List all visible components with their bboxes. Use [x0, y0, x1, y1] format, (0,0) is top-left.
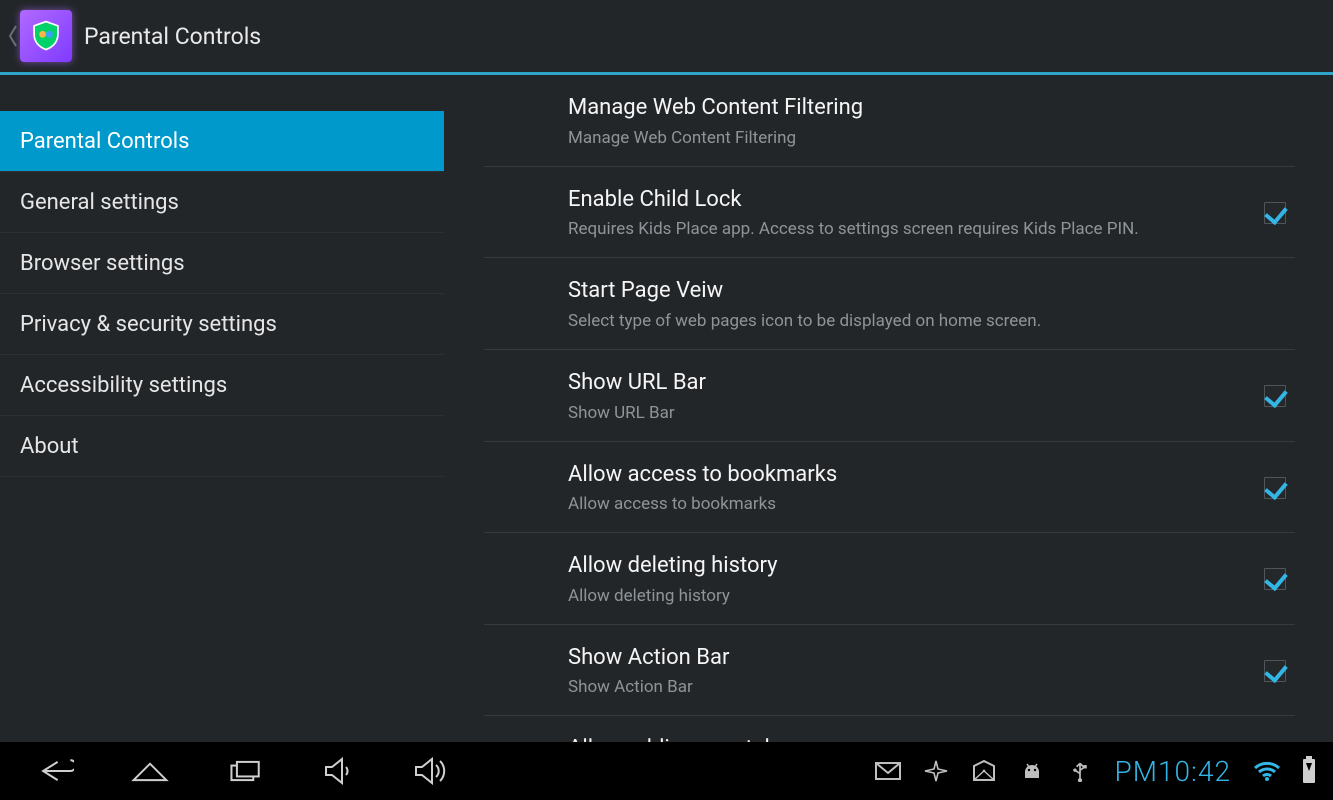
status-android-icon[interactable]: [1019, 760, 1045, 782]
status-usb-icon[interactable]: [1067, 760, 1093, 782]
setting-row-manage-web-content-filtering[interactable]: Manage Web Content Filtering Manage Web C…: [484, 75, 1295, 167]
setting-text: Enable Child Lock Requires Kids Place app…: [484, 185, 1255, 242]
volume-down-icon[interactable]: [322, 757, 356, 785]
app-icon-shield[interactable]: [20, 10, 72, 62]
setting-checkbox-wrap: [1255, 202, 1295, 224]
nav-recents-icon[interactable]: [226, 757, 266, 785]
setting-checkbox-wrap: [1255, 385, 1295, 407]
sidebar-item-accessibility-settings[interactable]: Accessibility settings: [0, 355, 444, 416]
sidebar: Parental Controls General settings Browser…: [0, 75, 444, 742]
setting-row-allow-adding-new-tab[interactable]: Allow adding new tabAllow adding new tab: [484, 716, 1295, 742]
setting-text: Show Action Bar Show Action Bar: [484, 643, 1255, 700]
setting-subtitle: Show Action Bar: [568, 676, 1255, 699]
checkbox[interactable]: [1264, 202, 1286, 224]
system-nav-bar: PM10:42: [0, 742, 1333, 800]
setting-title: Manage Web Content Filtering: [568, 93, 1295, 123]
setting-subtitle: Manage Web Content Filtering: [568, 127, 1295, 150]
setting-text: Allow adding new tabAllow adding new tab: [484, 734, 1255, 742]
setting-title: Allow access to bookmarks: [568, 460, 1255, 490]
setting-subtitle: Allow access to bookmarks: [568, 493, 1255, 516]
setting-row-start-page-veiw[interactable]: Start Page Veiw Select type of web pages …: [484, 258, 1295, 350]
setting-text: Allow access to bookmarks Allow access to…: [484, 460, 1255, 517]
setting-title: Enable Child Lock: [568, 185, 1255, 215]
app-root: Parental Controls Parental Controls Gener…: [0, 0, 1333, 800]
setting-subtitle: Allow deleting history: [568, 585, 1255, 608]
setting-title: Start Page Veiw: [568, 276, 1295, 306]
status-playstore-icon[interactable]: [971, 760, 997, 782]
setting-row-show-url-bar[interactable]: Show URL Bar Show URL Bar: [484, 350, 1295, 442]
setting-title: Allow adding new tab: [568, 734, 1255, 742]
setting-row-allow-access-to-bookmarks[interactable]: Allow access to bookmarks Allow access to…: [484, 442, 1295, 534]
setting-checkbox-wrap: [1255, 568, 1295, 590]
setting-subtitle: Select type of web pages icon to be disp…: [568, 310, 1295, 333]
sidebar-item-label: Privacy & security settings: [20, 312, 277, 337]
sidebar-item-about[interactable]: About: [0, 416, 444, 477]
status-mail-icon[interactable]: [875, 760, 901, 782]
checkbox[interactable]: [1264, 568, 1286, 590]
status-clock[interactable]: PM10:42: [1115, 755, 1231, 788]
sidebar-item-label: Parental Controls: [20, 129, 189, 154]
sidebar-item-label: About: [20, 434, 79, 459]
settings-content[interactable]: Manage Web Content Filtering Manage Web C…: [444, 75, 1333, 742]
checkbox[interactable]: [1264, 477, 1286, 499]
setting-text: Manage Web Content Filtering Manage Web C…: [484, 93, 1295, 150]
setting-title: Show Action Bar: [568, 643, 1255, 673]
setting-text: Allow deleting history Allow deleting his…: [484, 551, 1255, 608]
setting-row-enable-child-lock[interactable]: Enable Child Lock Requires Kids Place app…: [484, 167, 1295, 259]
setting-checkbox-wrap: [1255, 477, 1295, 499]
nav-home-icon[interactable]: [130, 757, 170, 785]
setting-checkbox-wrap: [1255, 660, 1295, 682]
back-chevron-icon[interactable]: [8, 24, 18, 48]
setting-text: Show URL Bar Show URL Bar: [484, 368, 1255, 425]
setting-row-show-action-bar[interactable]: Show Action Bar Show Action Bar: [484, 625, 1295, 717]
volume-up-icon[interactable]: [412, 756, 452, 786]
nav-back-icon[interactable]: [34, 757, 74, 785]
setting-row-allow-deleting-history[interactable]: Allow deleting history Allow deleting his…: [484, 533, 1295, 625]
sidebar-item-parental-controls[interactable]: Parental Controls: [0, 111, 444, 172]
setting-text: Start Page Veiw Select type of web pages …: [484, 276, 1295, 333]
sidebar-item-label: Browser settings: [20, 251, 185, 276]
setting-subtitle: Show URL Bar: [568, 402, 1255, 425]
page-title: Parental Controls: [84, 23, 261, 50]
sidebar-item-browser-settings[interactable]: Browser settings: [0, 233, 444, 294]
sidebar-item-privacy-security-settings[interactable]: Privacy & security settings: [0, 294, 444, 355]
status-sparkle-icon[interactable]: [923, 760, 949, 782]
main-area: Parental Controls General settings Browser…: [0, 75, 1333, 742]
sidebar-item-label: General settings: [20, 190, 179, 215]
top-app-bar: Parental Controls: [0, 0, 1333, 72]
sidebar-item-general-settings[interactable]: General settings: [0, 172, 444, 233]
status-wifi-icon[interactable]: [1253, 760, 1281, 782]
checkbox[interactable]: [1264, 660, 1286, 682]
setting-title: Show URL Bar: [568, 368, 1255, 398]
status-battery-charging-icon[interactable]: [1303, 759, 1315, 783]
sidebar-item-label: Accessibility settings: [20, 373, 227, 398]
checkbox[interactable]: [1264, 385, 1286, 407]
setting-subtitle: Requires Kids Place app. Access to setti…: [568, 218, 1255, 241]
setting-title: Allow deleting history: [568, 551, 1255, 581]
